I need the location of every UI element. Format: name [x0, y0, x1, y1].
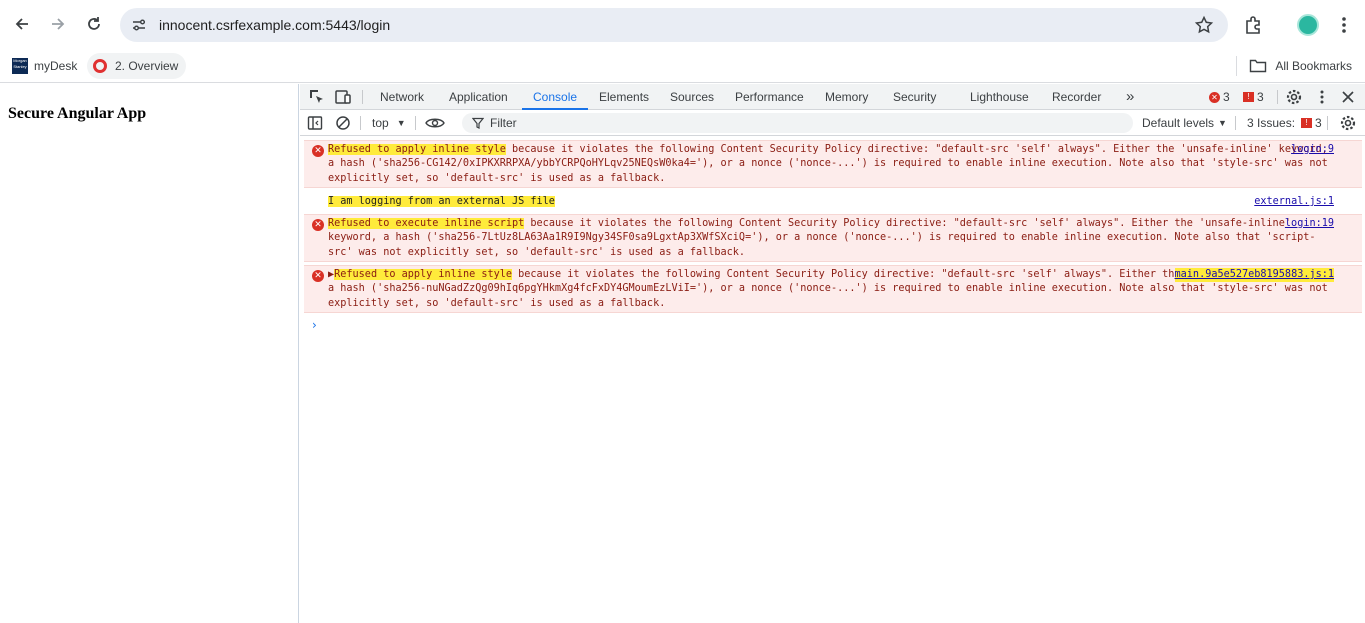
bookmarks-bar: Morgan Stanley myDesk 2. Overview All Bo… — [0, 50, 1365, 83]
devtools-tabbar: Network Application Console Elements Sou… — [300, 84, 1365, 110]
site-info-icon[interactable] — [130, 16, 148, 34]
issue-flag-icon: ! — [1301, 118, 1313, 128]
console-filter-input[interactable]: Filter — [462, 113, 1133, 133]
more-tabs-button[interactable]: » — [1126, 84, 1134, 110]
bookmark-label: myDesk — [34, 59, 78, 73]
error-count: 3 — [1223, 90, 1230, 104]
bookmark-star-icon[interactable] — [1194, 15, 1214, 35]
toolbar-divider — [1235, 116, 1236, 130]
console-error-message: ✕ Refused to apply inline style because … — [304, 140, 1362, 188]
opera-o-icon — [93, 59, 107, 73]
error-count-badge[interactable]: ✕ 3 — [1209, 90, 1230, 104]
console-error-message: ✕ Refused to execute inline script becau… — [304, 214, 1362, 262]
extensions-icon[interactable] — [1243, 14, 1265, 36]
page-viewport: Secure Angular App — [0, 84, 299, 623]
toolbar-divider — [1327, 116, 1328, 130]
error-icon: ✕ — [312, 145, 324, 157]
tab-performance[interactable]: Performance — [735, 84, 804, 110]
toolbar-divider — [360, 116, 361, 130]
devtools-menu-icon[interactable] — [1313, 88, 1331, 106]
error-circle-icon: ✕ — [1209, 91, 1220, 103]
folder-icon — [1250, 59, 1267, 73]
console-log-message: I am logging from an external JS file ex… — [304, 193, 1362, 211]
bookmarks-divider — [1236, 56, 1237, 76]
message-highlight: I am logging from an external JS file — [328, 196, 555, 207]
devtools-panel: Network Application Console Elements Sou… — [300, 84, 1365, 623]
tab-memory[interactable]: Memory — [825, 84, 868, 110]
arrow-left-icon — [15, 18, 28, 30]
error-icon: ✕ — [312, 270, 324, 282]
log-levels-dropdown[interactable]: Default levels ▼ — [1142, 110, 1227, 136]
toolbar-divider — [415, 116, 416, 130]
issue-flag-icon: ! — [1243, 92, 1254, 102]
morgan-stanley-logo-icon: Morgan Stanley — [12, 58, 28, 74]
context-selector[interactable]: top ▼ — [372, 110, 406, 136]
address-bar[interactable]: innocent.csrfexample.com:5443/login — [120, 8, 1228, 42]
console-filter-bar: top ▼ Filter Default levels ▼ 3 Issues: … — [300, 110, 1365, 136]
bookmark-mydesk[interactable]: Morgan Stanley myDesk — [12, 53, 77, 79]
message-source-link[interactable]: login:9 — [1291, 143, 1334, 157]
message-text: Refused to execute inline script because… — [328, 217, 1338, 260]
tab-security[interactable]: Security — [893, 84, 936, 110]
message-source-link[interactable]: login:19 — [1285, 217, 1334, 231]
close-devtools-icon[interactable] — [1339, 88, 1357, 106]
all-bookmarks-button[interactable]: All Bookmarks — [1249, 53, 1352, 79]
reload-button[interactable] — [81, 11, 107, 37]
device-toolbar-icon[interactable] — [334, 88, 352, 106]
live-expression-eye-icon[interactable] — [425, 110, 445, 136]
settings-gear-icon[interactable] — [1285, 88, 1303, 106]
filter-funnel-icon — [472, 117, 484, 129]
dropdown-arrow-icon: ▼ — [396, 118, 406, 128]
toolbar-divider — [362, 90, 363, 104]
toolbar-divider — [1277, 90, 1278, 104]
message-highlight: Refused to apply inline style — [334, 269, 513, 280]
all-bookmarks-label: All Bookmarks — [1275, 59, 1352, 73]
log-levels-label: Default levels — [1142, 116, 1215, 130]
tab-elements[interactable]: Elements — [599, 84, 649, 110]
issues-count-badge[interactable]: ! 3 — [1243, 90, 1264, 104]
message-highlight: Refused to execute inline script — [328, 218, 525, 229]
message-text: Refused to apply inline style because it… — [328, 143, 1338, 186]
issue-count: 3 — [1257, 90, 1264, 104]
tab-sources[interactable]: Sources — [670, 84, 714, 110]
filter-placeholder: Filter — [490, 116, 517, 130]
reload-icon — [88, 17, 100, 30]
error-icon: ✕ — [312, 219, 324, 231]
context-label: top — [372, 116, 389, 130]
console-prompt[interactable]: › — [312, 318, 317, 332]
console-error-message: ✕ ▶Refused to apply inline style because… — [304, 265, 1362, 313]
message-highlight: Refused to apply inline style — [328, 144, 506, 155]
page-title: Secure Angular App — [8, 105, 147, 122]
sidebar-toggle-icon[interactable] — [307, 110, 323, 136]
bookmark-overview[interactable]: 2. Overview — [87, 53, 187, 79]
tab-network[interactable]: Network — [380, 84, 424, 110]
bookmark-label: 2. Overview — [115, 59, 179, 73]
tab-console[interactable]: Console — [522, 84, 589, 110]
message-source-link[interactable]: external.js:1 — [1254, 195, 1334, 209]
back-button[interactable] — [9, 11, 35, 37]
forward-button[interactable] — [45, 11, 71, 37]
tab-application[interactable]: Application — [449, 84, 508, 110]
console-settings-gear-icon[interactable] — [1339, 110, 1357, 136]
profile-avatar[interactable] — [1297, 14, 1319, 36]
tab-recorder[interactable]: Recorder — [1052, 84, 1101, 110]
message-text: I am logging from an external JS file — [328, 195, 1338, 209]
message-source-link[interactable]: main.9a5e527eb8195883.js:1 — [1174, 268, 1334, 283]
arrow-right-icon — [52, 18, 65, 30]
clear-console-icon[interactable] — [335, 110, 351, 136]
browser-toolbar: innocent.csrfexample.com:5443/login — [0, 0, 1365, 50]
issues-button[interactable]: 3 Issues: ! 3 — [1247, 110, 1322, 136]
browser-menu-icon[interactable] — [1334, 14, 1354, 36]
issues-label: 3 Issues: — [1247, 116, 1296, 130]
dropdown-arrow-icon: ▼ — [1218, 118, 1227, 128]
url-text[interactable]: innocent.csrfexample.com:5443/login — [159, 17, 390, 33]
issues-count: 3 — [1315, 116, 1322, 130]
inspect-element-icon[interactable] — [308, 88, 326, 106]
tab-lighthouse[interactable]: Lighthouse — [970, 84, 1029, 110]
